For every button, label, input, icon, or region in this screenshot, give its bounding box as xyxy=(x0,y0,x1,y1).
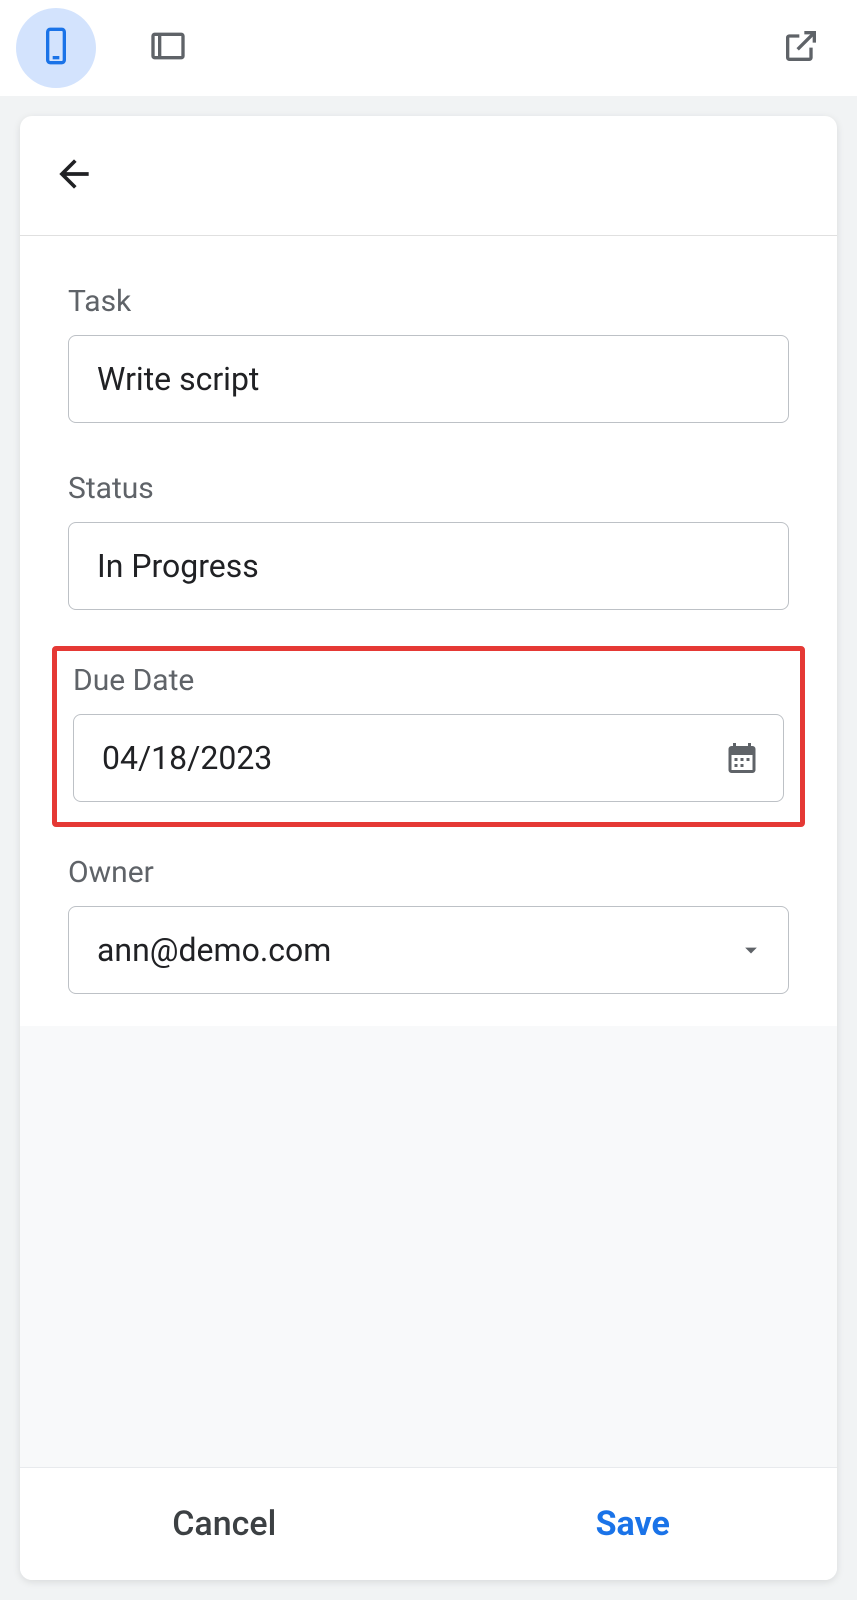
owner-input-wrapper xyxy=(68,906,789,994)
task-label: Task xyxy=(68,284,789,319)
due-date-label: Due Date xyxy=(73,663,784,698)
card-header xyxy=(20,116,837,236)
owner-label: Owner xyxy=(68,855,789,890)
workspace: Task Status Due Date xyxy=(0,96,857,1600)
mobile-icon xyxy=(36,26,76,70)
save-button[interactable]: Save xyxy=(429,1468,838,1580)
open-external-button[interactable] xyxy=(761,8,841,88)
cancel-button[interactable]: Cancel xyxy=(20,1468,429,1580)
toolbar-left xyxy=(16,8,208,88)
task-field-group: Task xyxy=(68,284,789,423)
task-input[interactable] xyxy=(68,335,789,423)
status-label: Status xyxy=(68,471,789,506)
external-link-icon xyxy=(781,26,821,70)
status-input[interactable] xyxy=(68,522,789,610)
due-date-field-group: Due Date xyxy=(73,663,784,802)
toolbar-right xyxy=(761,8,841,88)
due-date-highlight: Due Date xyxy=(52,646,805,827)
owner-field-group: Owner xyxy=(68,855,789,994)
tablet-view-button[interactable] xyxy=(128,8,208,88)
back-button[interactable] xyxy=(52,152,96,200)
owner-select[interactable] xyxy=(68,906,789,994)
card-footer: Cancel Save xyxy=(20,1467,837,1580)
back-arrow-icon xyxy=(52,152,96,200)
card-body: Task Status Due Date xyxy=(20,236,837,1026)
due-date-input[interactable] xyxy=(73,714,784,802)
status-field-group: Status xyxy=(68,471,789,610)
card-spacer xyxy=(20,1026,837,1467)
due-date-input-wrapper xyxy=(73,714,784,802)
tablet-icon xyxy=(148,26,188,70)
form-card: Task Status Due Date xyxy=(20,116,837,1580)
device-toolbar xyxy=(0,0,857,96)
mobile-view-button[interactable] xyxy=(16,8,96,88)
